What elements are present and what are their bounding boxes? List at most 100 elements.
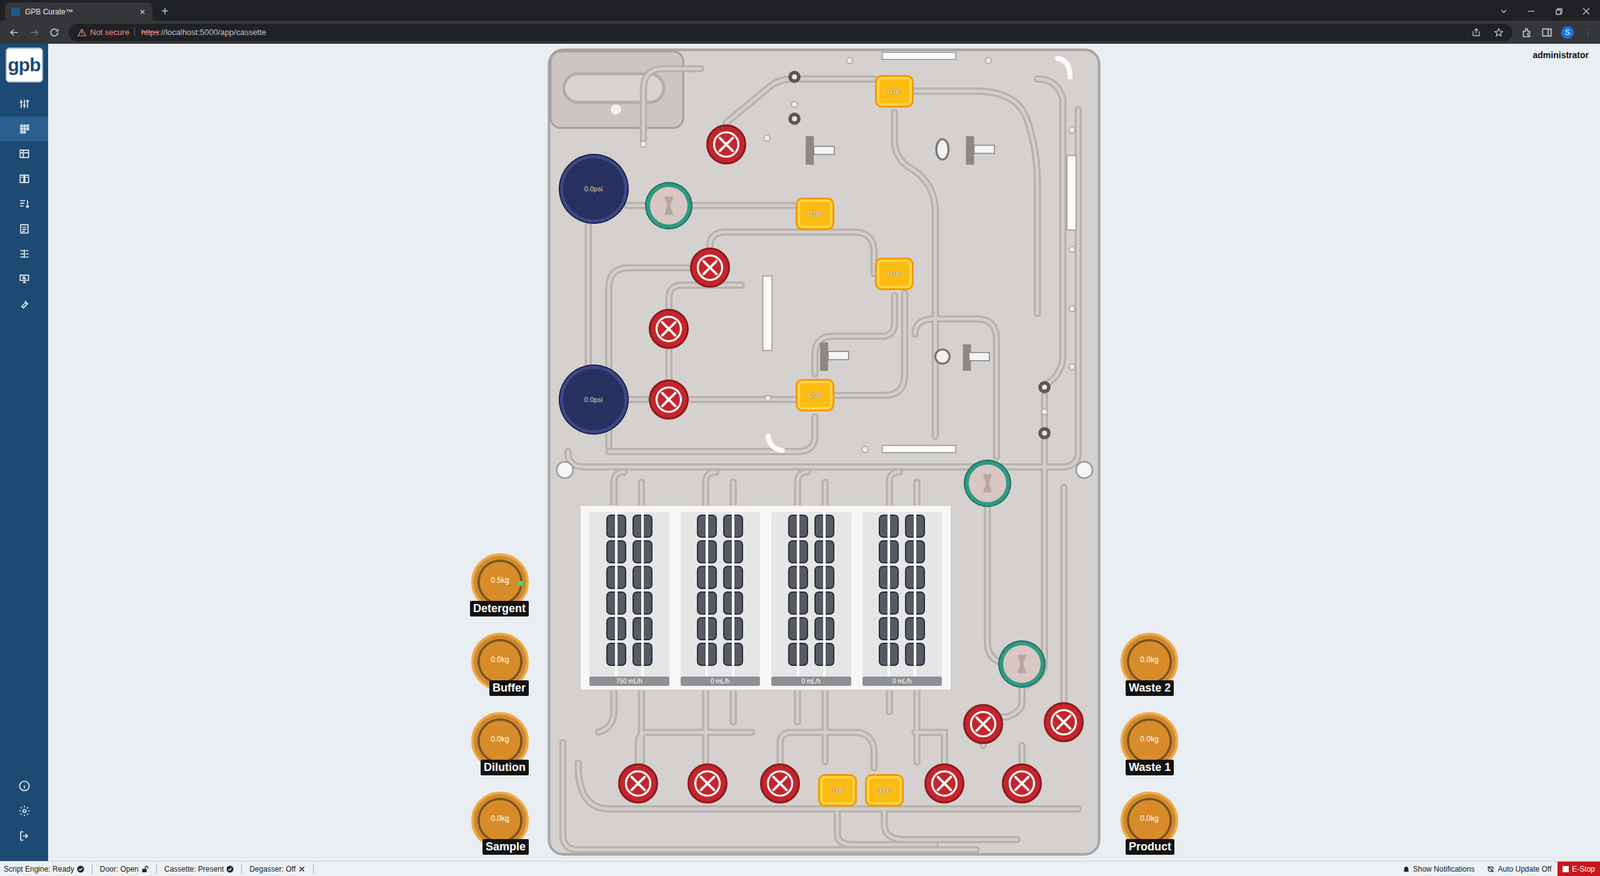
status-bar: Script Engine: ReadyDoor: OpenCassette: … (0, 860, 1600, 876)
reservoir-label: Waste 1 (1125, 759, 1174, 775)
sidebar-item[interactable] (0, 216, 49, 242)
valve-closed-icon (763, 766, 797, 800)
main-area: administrator 0.5kgDetergent 0.0kgBuffer 0.… (48, 43, 1600, 861)
pump[interactable]: 0 mL/h (771, 511, 852, 686)
valve[interactable] (706, 124, 747, 165)
url: https://localhost:5000/app/cassette (138, 27, 267, 37)
reservoir-label: Buffer (489, 680, 529, 696)
valve-open-icon (1006, 648, 1037, 679)
close-window-icon[interactable] (1581, 6, 1592, 17)
valve[interactable] (924, 763, 965, 804)
nav-icon (18, 222, 31, 235)
sidebar-bottom-item[interactable] (0, 823, 49, 849)
valve-closed-icon (1005, 766, 1039, 800)
back-icon[interactable] (8, 26, 20, 39)
valve[interactable] (687, 763, 728, 804)
user-name[interactable]: administrator (1533, 50, 1589, 60)
valve[interactable] (618, 763, 659, 804)
sidebar-item[interactable] (0, 141, 49, 167)
valve-closed-icon (621, 766, 655, 800)
minimize-icon[interactable] (1526, 6, 1537, 17)
logo[interactable]: gpb (5, 47, 44, 83)
valve-open-icon (653, 190, 684, 221)
auto-update-button[interactable]: Auto Update Off (1480, 864, 1558, 874)
status-item: Door: Open (92, 864, 157, 874)
close-tab-icon[interactable] (138, 8, 147, 16)
indicator-dot (518, 580, 524, 586)
warning-icon (77, 28, 87, 37)
reservoir: 0.5kgDetergent (470, 553, 529, 617)
valve-closed-icon (710, 128, 743, 161)
reservoir-label: Waste 2 (1125, 680, 1174, 696)
notifications-button[interactable]: Show Notifications (1396, 864, 1482, 874)
tab-title: GPB Curate™ (25, 7, 134, 17)
reservoir-column: 0.5kgDetergent0.0kgBuffer0.0kgDilution0.… (470, 553, 529, 856)
unlocked-icon (141, 865, 149, 873)
nav-icon (18, 147, 31, 160)
pump[interactable]: 750 mL/h (589, 511, 670, 686)
sidepanel-icon[interactable] (1541, 26, 1553, 39)
valve[interactable] (690, 247, 730, 288)
check-icon (76, 865, 85, 873)
chevron-down-icon[interactable] (1498, 6, 1509, 17)
valve[interactable] (1043, 701, 1084, 742)
valve[interactable] (648, 379, 689, 420)
reservoir-label: Product (1125, 838, 1175, 855)
sidebar-bottom-item[interactable] (0, 798, 49, 824)
browser-tab[interactable]: GPB Curate™ (5, 2, 153, 21)
pressure-sensor: 0.0psi (560, 365, 628, 434)
status-item: Cassette: Present (156, 864, 242, 874)
reservoir: 0.0kgWaste 2 (1119, 632, 1179, 696)
valve[interactable] (999, 641, 1045, 687)
sidebar-item[interactable] (0, 191, 49, 217)
flow-sensor: 0.00 (795, 197, 835, 230)
sidebar-item[interactable] (0, 291, 49, 317)
sidebar-item[interactable] (0, 241, 49, 267)
cassette-board (547, 48, 1101, 856)
auto-update-off-icon (1486, 865, 1495, 873)
nav-icon (18, 122, 31, 135)
reservoir: 0.0kgBuffer (471, 632, 529, 696)
address-bar[interactable]: Not securehttps://localhost:5000/app/cas… (68, 23, 1513, 42)
valve-closed-icon (1047, 705, 1080, 739)
pump-panel: 750 mL/h0 mL/h0 mL/h0 mL/h (580, 505, 952, 690)
reservoir-label: Detergent (470, 600, 529, 617)
extensions-icon[interactable] (1521, 26, 1533, 39)
valve[interactable] (646, 183, 692, 229)
valve[interactable] (965, 460, 1010, 506)
valve-open-icon (972, 468, 1003, 499)
cassette: 750 mL/h0 mL/h0 mL/h0 mL/h0.0psi0.0psi0.… (547, 48, 1101, 856)
pump[interactable]: 0 mL/h (680, 511, 761, 686)
sidebar-item[interactable] (0, 116, 49, 142)
valve-closed-icon (652, 383, 685, 416)
sidebar-item[interactable] (0, 166, 49, 192)
star-icon[interactable] (1493, 27, 1504, 38)
sidebar-item[interactable] (0, 91, 49, 117)
estop-button[interactable]: E-Stop (1557, 861, 1600, 876)
valve[interactable] (648, 308, 689, 349)
forward-icon[interactable] (28, 26, 40, 39)
pressure-sensor: 0.0psi (560, 155, 628, 223)
valve-closed-icon (966, 707, 1000, 740)
stop-icon (1562, 865, 1569, 872)
valve[interactable] (963, 703, 1004, 744)
browser-tab-bar: GPB Curate™ + (0, 0, 1600, 21)
sidebar-item[interactable] (0, 266, 49, 292)
valve-closed-icon (691, 766, 724, 800)
share-icon[interactable] (1471, 27, 1482, 38)
menu-icon[interactable] (1582, 26, 1594, 39)
pump[interactable]: 0 mL/h (862, 511, 943, 686)
flow-sensor: 0.00 (865, 773, 904, 807)
valve[interactable] (1001, 763, 1042, 804)
reservoir: 0.0kgProduct (1119, 791, 1179, 855)
sidebar-bottom-item[interactable] (0, 773, 49, 799)
favicon-icon (11, 7, 20, 17)
flow-sensor: 0.00 (818, 773, 857, 807)
restore-icon[interactable] (1553, 6, 1564, 17)
new-tab-button[interactable]: + (152, 2, 178, 21)
reload-icon[interactable] (48, 26, 60, 39)
bell-icon (1402, 865, 1410, 873)
nav-icon (18, 779, 31, 792)
profile-avatar[interactable]: S (1561, 26, 1574, 39)
valve[interactable] (760, 763, 800, 804)
